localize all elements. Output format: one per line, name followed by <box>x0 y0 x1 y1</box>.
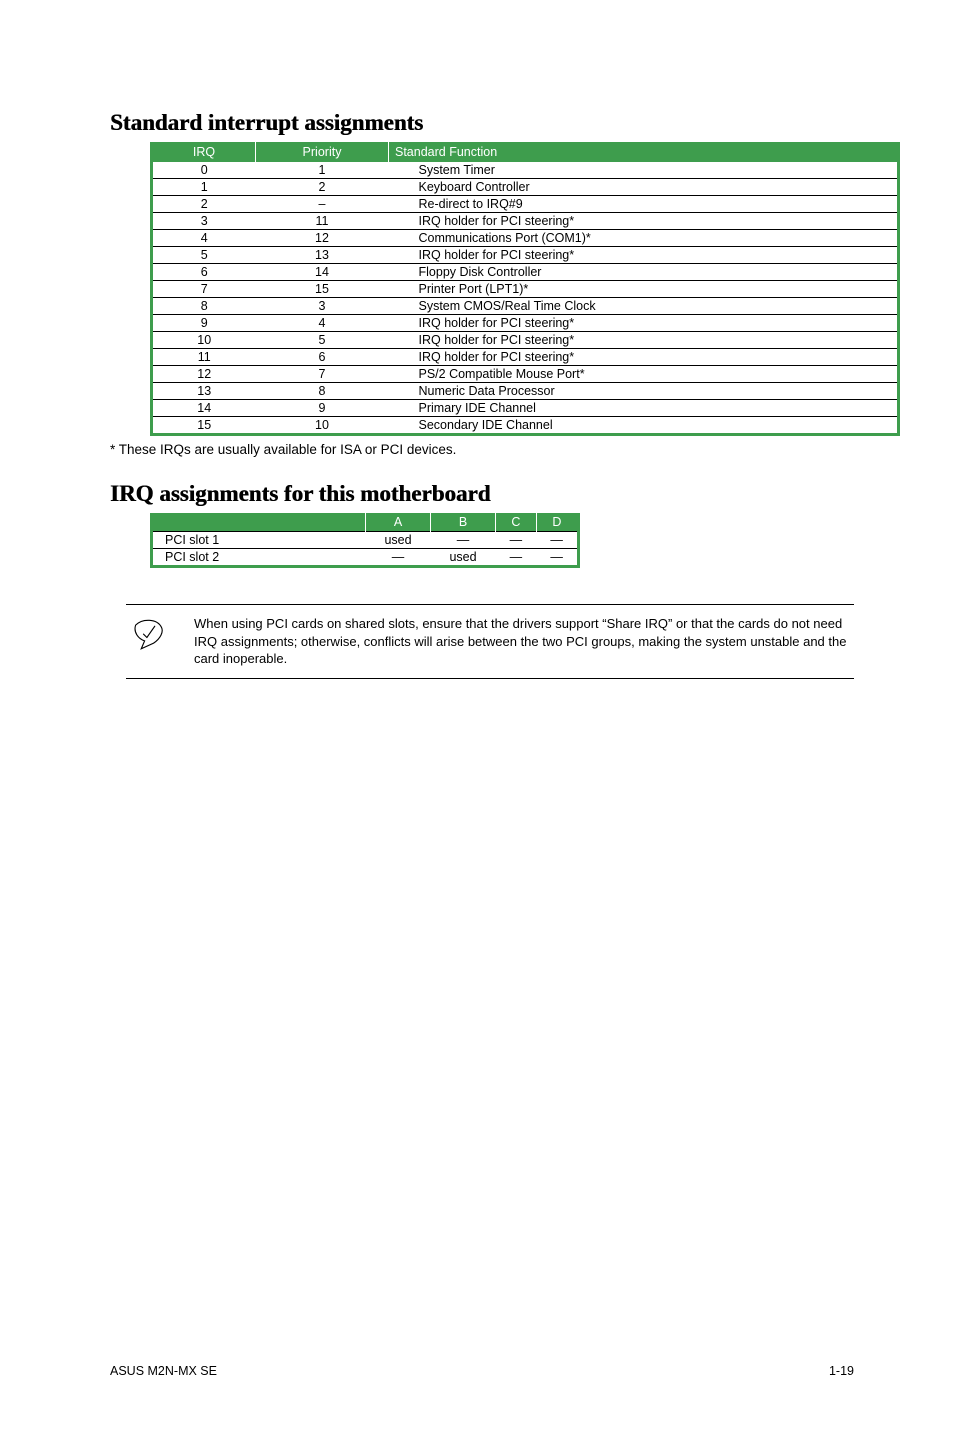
table-row: PCI slot 1used——— <box>153 532 577 549</box>
irq-cell-irq: 8 <box>153 298 256 315</box>
assign-cell-b: used <box>431 549 496 566</box>
irq-header-function: Standard Function <box>389 142 898 162</box>
irq-cell-function: Keyboard Controller <box>389 179 898 196</box>
irq-cell-function: IRQ holder for PCI steering* <box>389 315 898 332</box>
assignments-table: A B C D PCI slot 1used———PCI slot 2—used… <box>153 513 577 565</box>
irq-footnote: * These IRQs are usually available for I… <box>110 442 854 457</box>
assign-cell-label: PCI slot 1 <box>153 532 366 549</box>
irq-cell-priority: 8 <box>256 383 389 400</box>
irq-cell-function: Floppy Disk Controller <box>389 264 898 281</box>
irq-assignments-title: IRQ assignments for this motherboard <box>110 481 854 507</box>
irq-cell-irq: 13 <box>153 383 256 400</box>
irq-cell-irq: 2 <box>153 196 256 213</box>
irq-cell-priority: 9 <box>256 400 389 417</box>
irq-cell-irq: 7 <box>153 281 256 298</box>
assign-header-a: A <box>366 513 431 532</box>
irq-cell-irq: 0 <box>153 162 256 179</box>
irq-cell-function: Communications Port (COM1)* <box>389 230 898 247</box>
irq-cell-irq: 1 <box>153 179 256 196</box>
table-row: 149Primary IDE Channel <box>153 400 897 417</box>
irq-cell-priority: 3 <box>256 298 389 315</box>
irq-cell-priority: 10 <box>256 417 389 434</box>
irq-cell-function: System CMOS/Real Time Clock <box>389 298 898 315</box>
irq-cell-irq: 10 <box>153 332 256 349</box>
irq-cell-priority: 7 <box>256 366 389 383</box>
assign-header-c: C <box>496 513 537 532</box>
assign-cell-a: used <box>366 532 431 549</box>
irq-cell-irq: 12 <box>153 366 256 383</box>
assignments-table-container: A B C D PCI slot 1used———PCI slot 2—used… <box>150 513 580 568</box>
table-row: 116IRQ holder for PCI steering* <box>153 349 897 366</box>
irq-cell-irq: 15 <box>153 417 256 434</box>
assign-header-d: D <box>536 513 577 532</box>
table-row: PCI slot 2—used—— <box>153 549 577 566</box>
assign-cell-d: — <box>536 532 577 549</box>
irq-cell-priority: 6 <box>256 349 389 366</box>
irq-cell-priority: 12 <box>256 230 389 247</box>
irq-cell-priority: 14 <box>256 264 389 281</box>
standard-interrupt-title: Standard interrupt assignments <box>110 110 854 136</box>
table-row: 12Keyboard Controller <box>153 179 897 196</box>
table-row: 412Communications Port (COM1)* <box>153 230 897 247</box>
irq-cell-priority: 15 <box>256 281 389 298</box>
irq-cell-irq: 14 <box>153 400 256 417</box>
table-row: 614Floppy Disk Controller <box>153 264 897 281</box>
irq-cell-irq: 5 <box>153 247 256 264</box>
irq-cell-function: IRQ holder for PCI steering* <box>389 349 898 366</box>
irq-cell-priority: 1 <box>256 162 389 179</box>
irq-cell-priority: 13 <box>256 247 389 264</box>
irq-cell-irq: 4 <box>153 230 256 247</box>
irq-header-irq: IRQ <box>153 142 256 162</box>
note-icon <box>126 615 170 651</box>
irq-cell-priority: 2 <box>256 179 389 196</box>
irq-cell-function: Numeric Data Processor <box>389 383 898 400</box>
assign-cell-c: — <box>496 549 537 566</box>
irq-table-container: IRQ Priority Standard Function 01System … <box>150 142 900 436</box>
assign-header-blank <box>153 513 366 532</box>
assign-header-b: B <box>431 513 496 532</box>
irq-cell-priority: 11 <box>256 213 389 230</box>
table-row: 513IRQ holder for PCI steering* <box>153 247 897 264</box>
irq-cell-priority: – <box>256 196 389 213</box>
assign-cell-label: PCI slot 2 <box>153 549 366 566</box>
irq-cell-function: IRQ holder for PCI steering* <box>389 213 898 230</box>
table-row: 83System CMOS/Real Time Clock <box>153 298 897 315</box>
footer-left: ASUS M2N-MX SE <box>110 1364 217 1378</box>
table-row: 127PS/2 Compatible Mouse Port* <box>153 366 897 383</box>
irq-header-priority: Priority <box>256 142 389 162</box>
irq-cell-function: Secondary IDE Channel <box>389 417 898 434</box>
table-row: 138Numeric Data Processor <box>153 383 897 400</box>
assign-cell-a: — <box>366 549 431 566</box>
note-text: When using PCI cards on shared slots, en… <box>194 615 848 668</box>
irq-cell-irq: 3 <box>153 213 256 230</box>
irq-cell-function: Printer Port (LPT1)* <box>389 281 898 298</box>
assign-cell-d: — <box>536 549 577 566</box>
footer-right: 1-19 <box>829 1364 854 1378</box>
assign-cell-b: — <box>431 532 496 549</box>
table-row: 1510Secondary IDE Channel <box>153 417 897 434</box>
irq-cell-function: Re-direct to IRQ#9 <box>389 196 898 213</box>
table-row: 715Printer Port (LPT1)* <box>153 281 897 298</box>
table-row: 105IRQ holder for PCI steering* <box>153 332 897 349</box>
assign-cell-c: — <box>496 532 537 549</box>
table-row: 2–Re-direct to IRQ#9 <box>153 196 897 213</box>
irq-cell-function: Primary IDE Channel <box>389 400 898 417</box>
irq-cell-irq: 9 <box>153 315 256 332</box>
table-row: 311IRQ holder for PCI steering* <box>153 213 897 230</box>
irq-cell-function: System Timer <box>389 162 898 179</box>
page-footer: ASUS M2N-MX SE 1-19 <box>110 1364 854 1378</box>
table-row: 94IRQ holder for PCI steering* <box>153 315 897 332</box>
irq-cell-function: IRQ holder for PCI steering* <box>389 332 898 349</box>
irq-cell-irq: 6 <box>153 264 256 281</box>
note-box: When using PCI cards on shared slots, en… <box>126 604 854 679</box>
irq-cell-priority: 5 <box>256 332 389 349</box>
irq-cell-irq: 11 <box>153 349 256 366</box>
irq-cell-function: IRQ holder for PCI steering* <box>389 247 898 264</box>
table-row: 01System Timer <box>153 162 897 179</box>
irq-cell-priority: 4 <box>256 315 389 332</box>
irq-table: IRQ Priority Standard Function 01System … <box>153 142 897 433</box>
irq-cell-function: PS/2 Compatible Mouse Port* <box>389 366 898 383</box>
